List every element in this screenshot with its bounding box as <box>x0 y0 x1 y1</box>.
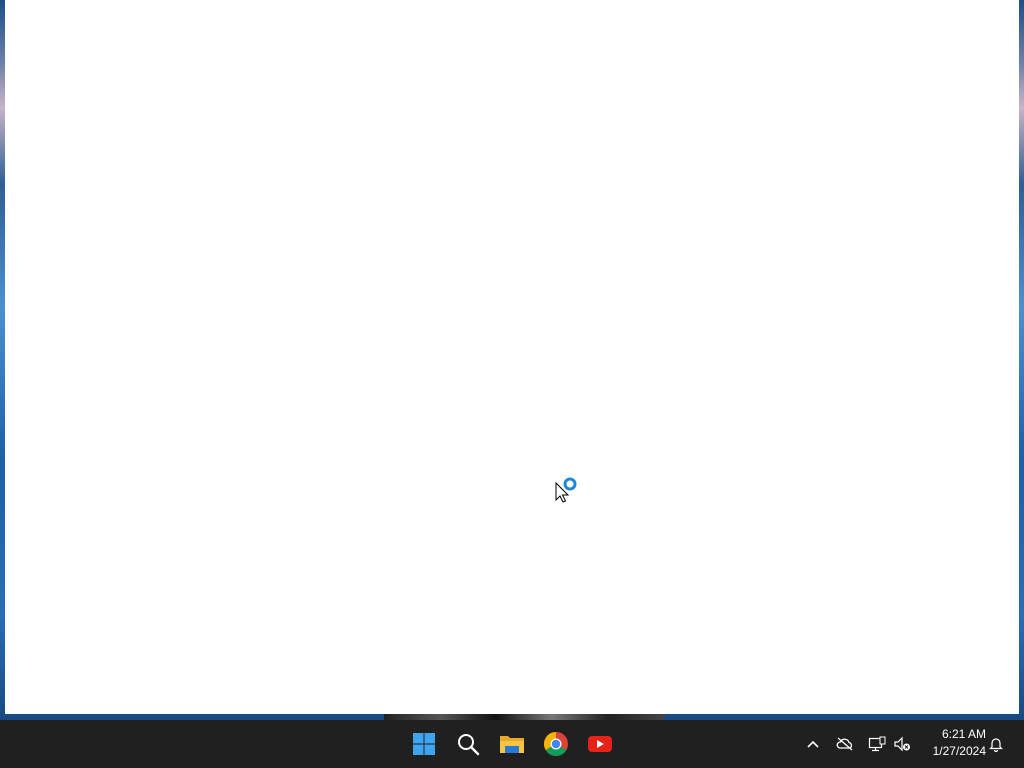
youtube-icon <box>588 736 612 752</box>
chrome-button[interactable] <box>536 724 576 764</box>
search-button[interactable] <box>448 724 488 764</box>
youtube-button[interactable] <box>580 724 620 764</box>
busy-cursor-icon <box>555 477 577 503</box>
notifications-bell-icon <box>989 738 1003 752</box>
taskbar: 6:21 AM 1/27/2024 <box>0 720 1024 768</box>
show-hidden-icons-button[interactable] <box>801 732 825 756</box>
onedrive-button[interactable] <box>833 732 857 756</box>
network-button[interactable] <box>865 732 889 756</box>
start-button[interactable] <box>404 724 444 764</box>
windows-start-icon <box>413 733 435 755</box>
volume-button[interactable] <box>890 732 914 756</box>
file-explorer-button[interactable] <box>492 724 532 764</box>
onedrive-offline-icon <box>836 737 853 751</box>
clock-time: 6:21 AM <box>941 727 986 741</box>
app-window[interactable] <box>5 0 1019 714</box>
chevron-up-icon <box>807 740 819 748</box>
volume-muted-icon <box>894 736 910 752</box>
search-icon <box>458 734 480 756</box>
folder-icon <box>500 736 524 753</box>
clock-date: 1/27/2024 <box>932 744 986 758</box>
clock-button[interactable]: 6:21 AM 1/27/2024 <box>918 726 986 762</box>
notifications-button[interactable] <box>984 732 1008 756</box>
network-icon <box>868 736 886 752</box>
chrome-icon <box>543 732 568 757</box>
